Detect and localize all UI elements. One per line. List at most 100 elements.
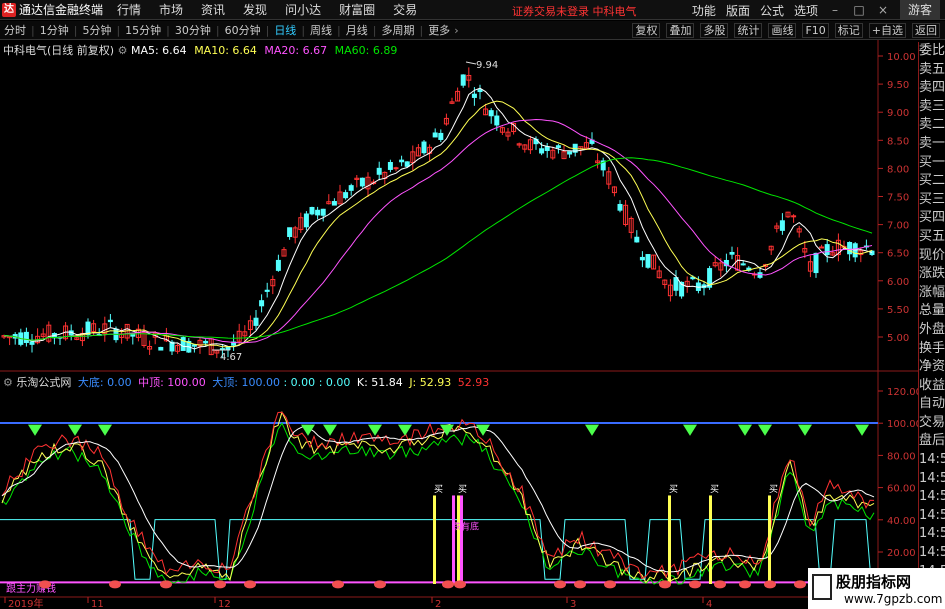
- bottom-marker-icon: [109, 580, 121, 589]
- bottom-marker-icon: [214, 580, 226, 589]
- drop-bottom-label: 跌有底: [452, 520, 479, 532]
- side-item[interactable]: 卖四: [919, 79, 945, 98]
- candle-body: [320, 208, 326, 216]
- side-item[interactable]: 外盘: [919, 321, 945, 340]
- price-tick-label: 7.00: [887, 221, 909, 232]
- gear-icon[interactable]: ⚙: [118, 44, 128, 57]
- side-item[interactable]: 委比: [919, 42, 945, 61]
- side-item[interactable]: 14:56: [919, 507, 945, 526]
- chart-canvas[interactable]: 10.00 9.50 9.00 8.50 8.00 7.50 7.00 6.50 6.00 5.5…: [0, 0, 945, 609]
- candle-body: [617, 203, 623, 211]
- side-item[interactable]: 卖三: [919, 98, 945, 117]
- diamond-icon: [683, 424, 697, 436]
- date-label: 2019年: [8, 597, 43, 609]
- candle-body: [432, 132, 438, 138]
- date-label: 12: [218, 599, 231, 609]
- signal-bar: [433, 495, 436, 584]
- candle-body: [180, 337, 186, 351]
- candle-body: [421, 141, 427, 154]
- buy-signal-label: 买: [710, 484, 719, 495]
- gear-icon[interactable]: ⚙: [3, 376, 13, 389]
- bottom-marker-icon: [454, 580, 466, 589]
- signal-bar: [457, 495, 460, 584]
- side-item[interactable]: 现价: [919, 247, 945, 266]
- candle-body: [85, 321, 91, 335]
- side-item[interactable]: 买五: [919, 228, 945, 247]
- candle-body: [824, 244, 830, 256]
- candle-body: [847, 242, 853, 255]
- side-item[interactable]: 14:56: [919, 525, 945, 544]
- price-tick-label: 7.50: [887, 193, 909, 204]
- side-item[interactable]: 14:56: [919, 470, 945, 489]
- ind-tick-label: 100.00: [887, 419, 922, 430]
- candle-body: [315, 209, 321, 216]
- ind-tick-label: 20.00: [887, 548, 916, 559]
- date-label: 11: [91, 599, 104, 609]
- buy-signal-label: 买: [434, 484, 443, 495]
- signal-bar: [668, 495, 671, 584]
- side-item[interactable]: 买二: [919, 172, 945, 191]
- side-item[interactable]: 买四: [919, 209, 945, 228]
- candle-body: [779, 220, 785, 231]
- date-label: 3: [570, 599, 576, 609]
- side-item[interactable]: 交易: [919, 414, 945, 433]
- side-item[interactable]: 14:56: [919, 451, 945, 470]
- bottom-marker-icon: [554, 580, 566, 589]
- side-item[interactable]: 涨跌: [919, 265, 945, 284]
- side-item[interactable]: 盘后: [919, 432, 945, 451]
- candle-body: [348, 185, 354, 191]
- main-info: 中科电气(日线 前复权) ⚙ MA5: 6.64 MA10: 6.64 MA20…: [3, 42, 397, 58]
- bottom-marker-icon: [714, 580, 726, 589]
- candle-body: [477, 89, 483, 93]
- candle-body: [303, 213, 309, 228]
- candle-body: [488, 110, 494, 117]
- diamond-icon: [28, 424, 42, 436]
- buy-signal-label: 买: [769, 484, 778, 495]
- side-item[interactable]: 买一: [919, 154, 945, 173]
- side-item[interactable]: 14:56: [919, 544, 945, 563]
- date-label: 4: [706, 599, 712, 609]
- indicator-info: ⚙ 乐淘公式网 大底: 0.00 中顶: 100.00 大顶: 100.00 :…: [3, 374, 489, 390]
- side-item[interactable]: 卖五: [919, 61, 945, 80]
- ma10-value: MA10: 6.64: [194, 44, 257, 57]
- bottom-marker-icon: [689, 580, 701, 589]
- side-item[interactable]: 卖一: [919, 135, 945, 154]
- candle-body: [729, 251, 735, 255]
- side-item[interactable]: 收益: [919, 377, 945, 396]
- indicator-name[interactable]: 乐淘公式网: [16, 376, 71, 389]
- side-item[interactable]: 净资: [919, 358, 945, 377]
- side-item[interactable]: 买三: [919, 191, 945, 210]
- candle-body: [387, 162, 393, 170]
- side-item[interactable]: 自动: [919, 395, 945, 414]
- bottom-marker-icon: [442, 580, 454, 589]
- ind-tick-label: 60.00: [887, 484, 916, 495]
- v1-value: : 0.00: [283, 376, 316, 389]
- candle-body: [343, 192, 349, 199]
- candle-body: [253, 317, 259, 326]
- side-item[interactable]: 总量: [919, 302, 945, 321]
- candle-body: [673, 277, 679, 291]
- buy-signal-label: 买: [458, 484, 467, 495]
- candle-body: [359, 177, 365, 187]
- candle-body: [634, 236, 640, 243]
- candle-body: [404, 161, 410, 167]
- ma5-value: MA5: 6.64: [130, 44, 187, 57]
- price-tick-label: 9.50: [887, 80, 909, 91]
- side-item[interactable]: 卖二: [919, 116, 945, 135]
- side-item[interactable]: 涨幅: [919, 284, 945, 303]
- bottom-marker-icon: [659, 580, 671, 589]
- ind-tick-label: 40.00: [887, 516, 916, 527]
- candle-body: [107, 319, 113, 323]
- price-tick-label: 8.50: [887, 136, 909, 147]
- candle-body: [399, 159, 405, 163]
- diamond-icon: [398, 424, 412, 436]
- date-label: 2: [435, 599, 441, 609]
- price-tick-label: 10.00: [887, 52, 916, 63]
- candle-body: [376, 167, 382, 175]
- bottom-marker-icon: [574, 580, 586, 589]
- bottom-marker-icon: [160, 580, 172, 589]
- side-item[interactable]: 换手: [919, 340, 945, 359]
- side-item[interactable]: 14:56: [919, 488, 945, 507]
- high-pointer: [465, 61, 477, 65]
- candle-body: [639, 256, 645, 261]
